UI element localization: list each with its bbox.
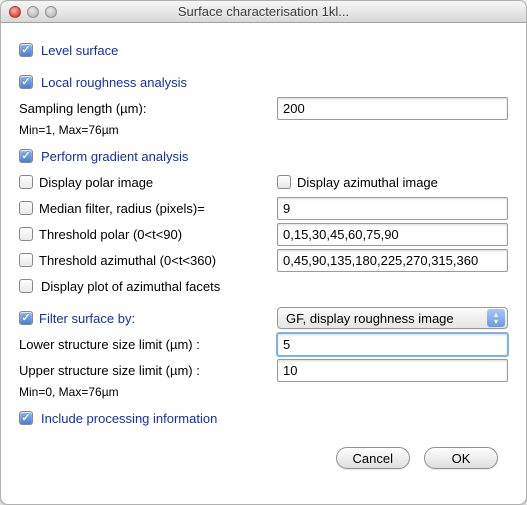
checkbox-include-proc[interactable]	[19, 411, 33, 425]
label-display-plot-facets: Display plot of azimuthal facets	[41, 279, 220, 294]
ok-button[interactable]: OK	[424, 447, 498, 469]
select-filter-surface[interactable]: GF, display roughness image	[277, 307, 508, 329]
input-median-filter[interactable]	[277, 197, 508, 220]
label-include-proc: Include processing information	[41, 411, 217, 426]
label-upper-limit: Upper structure size limit (µm) :	[19, 363, 200, 378]
select-filter-surface-value: GF, display roughness image	[286, 311, 454, 326]
input-upper-limit[interactable]	[277, 359, 508, 382]
row-level-surface: Level surface	[19, 37, 508, 63]
minimize-icon[interactable]	[27, 6, 39, 18]
row-upper-limit: Upper structure size limit (µm) :	[19, 357, 508, 383]
row-median-filter: Median filter, radius (pixels)=	[19, 195, 508, 221]
cancel-button-label: Cancel	[353, 451, 393, 466]
checkbox-median-filter[interactable]	[19, 201, 33, 215]
label-median-filter: Median filter, radius (pixels)=	[39, 201, 205, 216]
input-threshold-azimuthal[interactable]	[277, 249, 508, 272]
input-sampling-length[interactable]	[277, 97, 508, 120]
label-threshold-azimuthal: Threshold azimuthal (0<t<360)	[39, 253, 216, 268]
input-lower-limit[interactable]	[277, 333, 508, 356]
dialog-content: Level surface Local roughness analysis S…	[1, 23, 526, 483]
hint-sampling: Min=1, Max=76µm	[19, 123, 508, 137]
label-threshold-polar: Threshold polar (0<t<90)	[39, 227, 182, 242]
label-level-surface: Level surface	[41, 43, 118, 58]
checkbox-level-surface[interactable]	[19, 43, 33, 57]
label-sampling-length: Sampling length (µm):	[19, 101, 146, 116]
hint-limits: Min=0, Max=76µm	[19, 385, 508, 399]
checkbox-display-polar[interactable]	[19, 175, 33, 189]
input-threshold-polar[interactable]	[277, 223, 508, 246]
row-display-plot-facets: Display plot of azimuthal facets	[19, 273, 508, 299]
row-threshold-azimuthal: Threshold azimuthal (0<t<360)	[19, 247, 508, 273]
label-filter-surface: Filter surface by:	[39, 311, 135, 326]
chevron-updown-icon	[487, 309, 505, 327]
window-title: Surface characterisation 1kl...	[1, 4, 526, 19]
row-threshold-polar: Threshold polar (0<t<90)	[19, 221, 508, 247]
label-lower-limit: Lower structure size limit (µm) :	[19, 337, 200, 352]
row-gradient: Perform gradient analysis	[19, 143, 508, 169]
row-display-images: Display polar image Display azimuthal im…	[19, 169, 508, 195]
label-display-azimuthal: Display azimuthal image	[297, 175, 438, 190]
checkbox-filter-surface[interactable]	[19, 311, 33, 325]
dialog-buttons: Cancel OK	[19, 447, 508, 469]
row-include-proc: Include processing information	[19, 405, 508, 431]
label-display-polar: Display polar image	[39, 175, 153, 190]
titlebar: Surface characterisation 1kl...	[1, 1, 526, 23]
ok-button-label: OK	[452, 451, 471, 466]
label-local-roughness: Local roughness analysis	[41, 75, 187, 90]
label-gradient: Perform gradient analysis	[41, 149, 188, 164]
checkbox-display-azimuthal[interactable]	[277, 175, 291, 189]
dialog-window: Surface characterisation 1kl... Level su…	[0, 0, 527, 505]
traffic-lights	[9, 6, 57, 18]
checkbox-threshold-polar[interactable]	[19, 227, 33, 241]
checkbox-local-roughness[interactable]	[19, 75, 33, 89]
row-sampling-length: Sampling length (µm):	[19, 95, 508, 121]
close-icon[interactable]	[9, 6, 21, 18]
row-lower-limit: Lower structure size limit (µm) :	[19, 331, 508, 357]
row-local-roughness: Local roughness analysis	[19, 69, 508, 95]
cancel-button[interactable]: Cancel	[336, 447, 410, 469]
row-filter-surface: Filter surface by: GF, display roughness…	[19, 305, 508, 331]
checkbox-display-plot-facets[interactable]	[19, 279, 33, 293]
checkbox-gradient[interactable]	[19, 149, 33, 163]
zoom-icon[interactable]	[45, 6, 57, 18]
checkbox-threshold-azimuthal[interactable]	[19, 253, 33, 267]
